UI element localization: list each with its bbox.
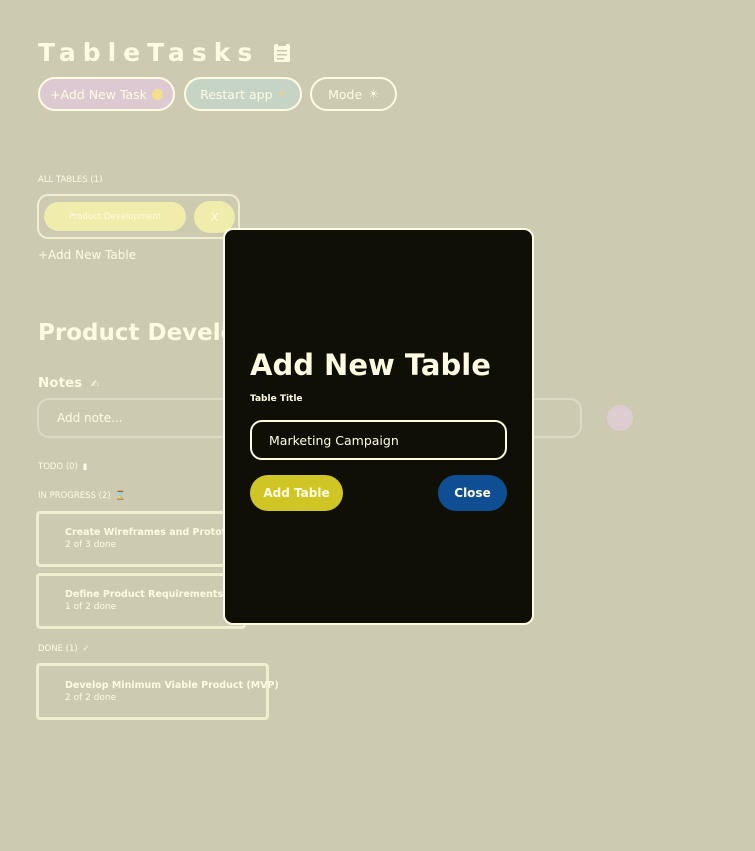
mode-button[interactable]: Mode ☀ xyxy=(310,77,397,111)
in-progress-label: IN PROGRESS (2) xyxy=(38,491,111,501)
clipboard-icon xyxy=(273,42,290,62)
task-progress: 2 of 3 done xyxy=(65,540,117,550)
check-icon: ✓ xyxy=(82,644,90,654)
table-pill-label: Product Development xyxy=(68,211,162,222)
table-list: Product Development X xyxy=(37,194,240,239)
task-progress: 1 of 2 done xyxy=(65,602,117,612)
task-card[interactable]: Develop Minimum Viable Product (MVP) 2 o… xyxy=(36,663,279,720)
add-table-modal: Add New Table Table Title Add Table Clos… xyxy=(223,228,534,625)
todo-label: TODO (0) xyxy=(38,462,78,472)
restart-label: Restart app xyxy=(200,86,273,102)
table-title-label: Table Title xyxy=(250,394,303,404)
todo-section-header: TODO (0) ▮ xyxy=(38,462,87,472)
restart-app-button[interactable]: Restart app ✦ xyxy=(184,77,302,111)
add-task-label: +Add New Task xyxy=(50,86,147,102)
table-title-input[interactable] xyxy=(250,420,507,460)
add-new-table-link[interactable]: +Add New Table xyxy=(38,248,136,262)
broom-icon: ✦ xyxy=(277,88,286,100)
delete-table-label: X xyxy=(210,210,219,224)
add-table-button[interactable]: Add Table xyxy=(250,475,343,511)
task-title: Define Product Requirements xyxy=(65,589,224,600)
modal-title: Add New Table xyxy=(250,348,491,382)
trash-icon: ▮ xyxy=(82,462,88,472)
app-title-text: TableTasks xyxy=(38,38,260,67)
app-title: TableTasks xyxy=(38,38,291,67)
all-tables-header: ALL TABLES (1) xyxy=(38,175,103,185)
writing-hand-icon: ✍ xyxy=(90,379,100,390)
task-card[interactable]: Define Product Requirements 1 of 2 done xyxy=(36,573,246,629)
notes-label: Notes xyxy=(38,375,83,391)
smile-face-icon xyxy=(151,88,163,100)
task-card[interactable]: Create Wireframes and Prototypes 2 of 3 … xyxy=(36,511,251,567)
mode-label: Mode xyxy=(328,86,363,102)
hourglass-icon: ⌛ xyxy=(115,491,126,501)
close-button-label: Close xyxy=(454,486,491,500)
notes-heading: Notes ✍ xyxy=(38,375,99,391)
add-task-button[interactable]: +Add New Task xyxy=(38,77,175,111)
done-section-header: DONE (1) ✓ xyxy=(38,644,90,654)
table-pill-product-development[interactable]: Product Development xyxy=(44,202,186,231)
task-progress: 2 of 2 done xyxy=(65,693,117,703)
add-note-button[interactable] xyxy=(607,405,633,431)
task-title: Develop Minimum Viable Product (MVP) xyxy=(65,680,279,691)
in-progress-section-header: IN PROGRESS (2) ⌛ xyxy=(38,491,126,501)
sun-icon: ☀ xyxy=(368,87,379,101)
add-table-button-label: Add Table xyxy=(263,486,330,500)
done-label: DONE (1) xyxy=(38,644,78,654)
close-button[interactable]: Close xyxy=(438,475,507,511)
